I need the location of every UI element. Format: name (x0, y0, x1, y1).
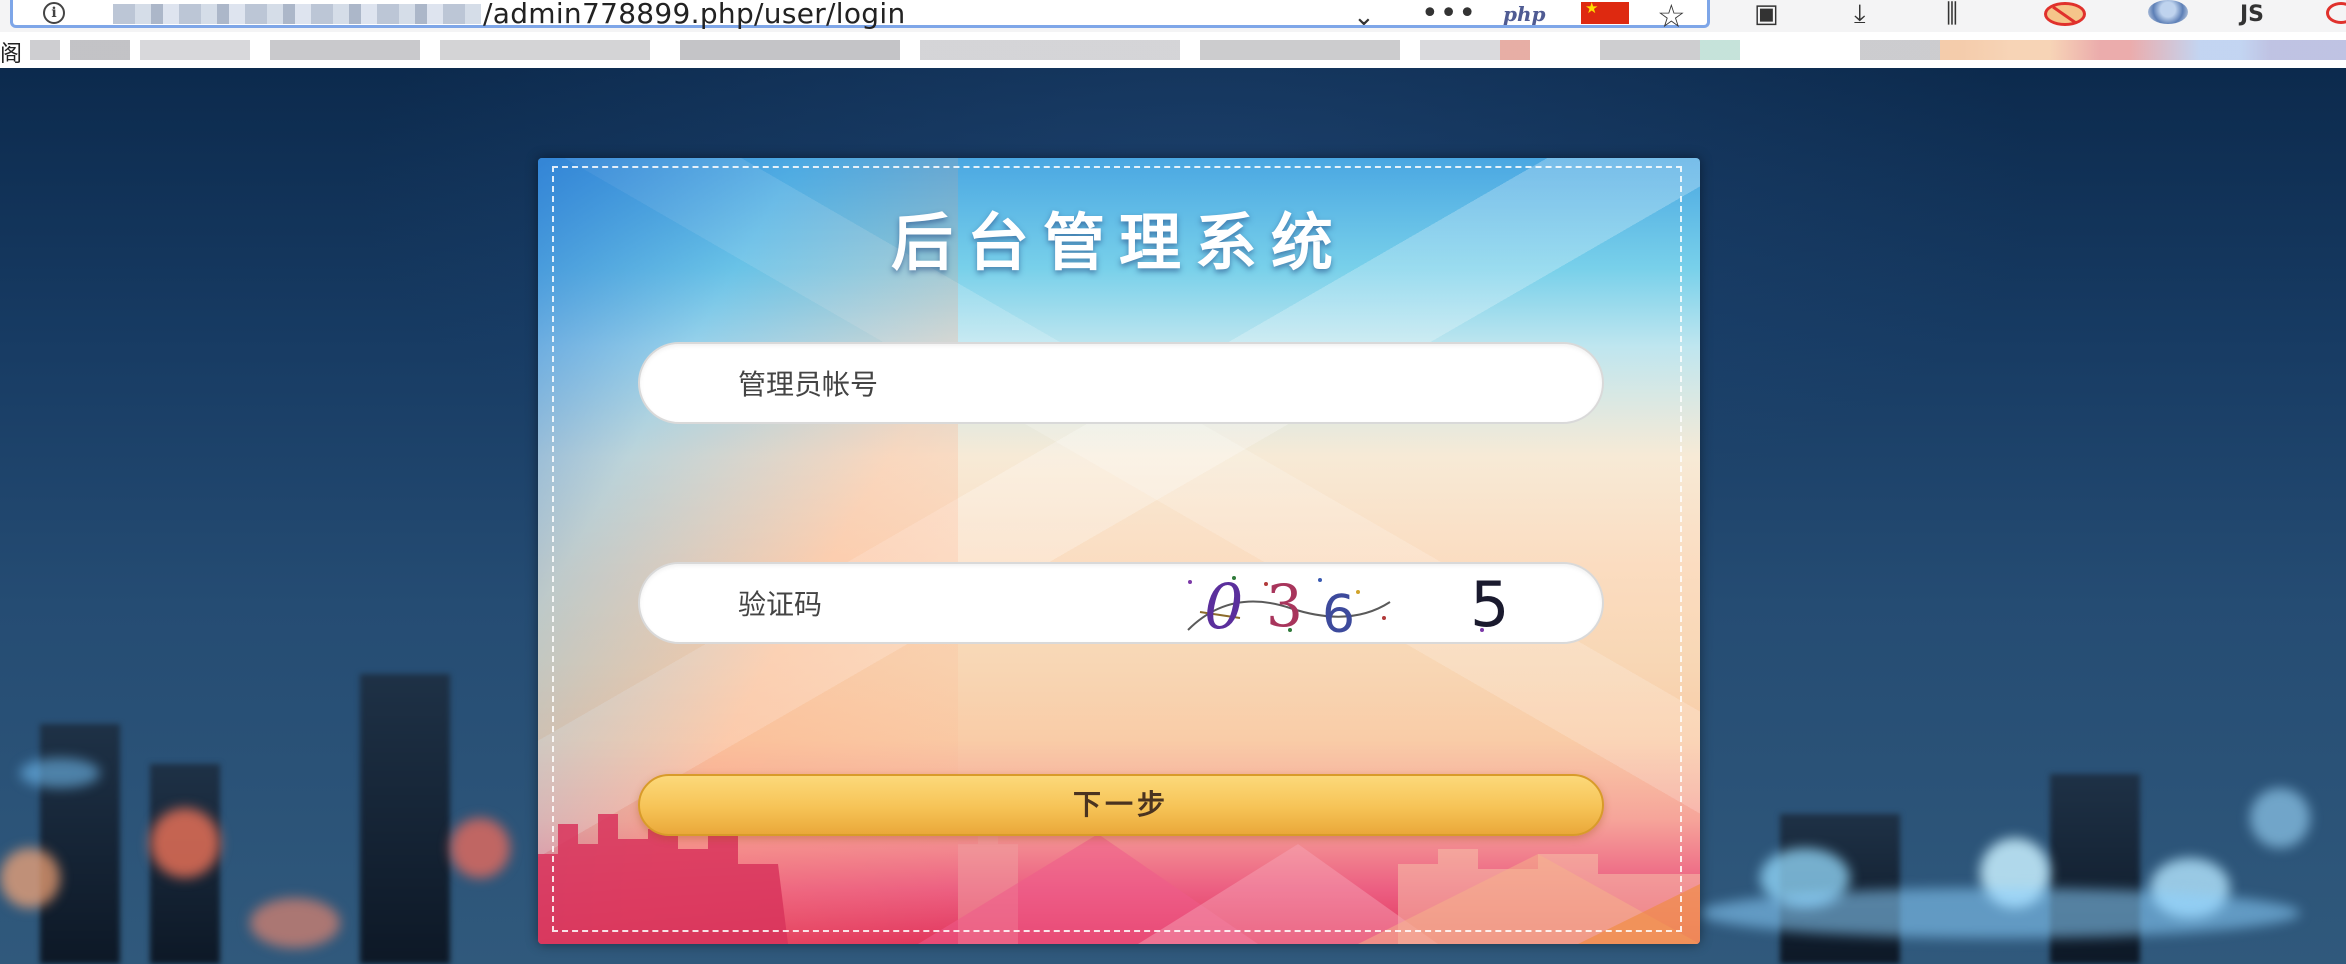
js-toggle-icon[interactable]: JS (2240, 2, 2264, 27)
bookmarks-bar: 阁 (0, 32, 2346, 68)
blocked-extension-icon[interactable] (2044, 2, 2086, 26)
captcha-image[interactable]: 0 3 6 5 (1170, 568, 1580, 640)
extension-globe-icon[interactable] (2148, 0, 2188, 24)
bokeh-light (20, 758, 100, 788)
info-icon[interactable]: i (43, 2, 65, 24)
library-icon[interactable]: ⫼ (1946, 0, 1958, 28)
bokeh-light (2250, 788, 2310, 848)
more-dots-icon[interactable]: ••• (1421, 0, 1477, 31)
next-step-button[interactable]: 下一步 (638, 774, 1604, 836)
captcha-input[interactable] (736, 564, 1160, 644)
url-path[interactable]: /admin778899.php/user/login (483, 0, 906, 28)
download-icon[interactable]: ⤓ (1854, 0, 1866, 28)
bokeh-light (250, 898, 340, 948)
bookmarks-redacted (0, 40, 2346, 60)
page-title: 后台管理系统 (890, 206, 1347, 279)
bokeh-light (1700, 888, 2300, 938)
captcha-digit: 3 (1266, 572, 1303, 640)
bookmark-star-icon[interactable]: ☆ (1657, 0, 1686, 35)
url-host-redacted (113, 4, 481, 24)
bokeh-light (0, 848, 60, 908)
china-flag-icon[interactable] (1581, 0, 1629, 24)
chevron-down-icon[interactable]: ⌄ (1353, 2, 1375, 32)
reader-icon[interactable]: ▣ (1754, 0, 1779, 28)
captcha-digit: 0 (1204, 570, 1243, 640)
login-panel: 后台管理系统 0 3 6 5 下一步 (538, 158, 1700, 944)
bokeh-light (450, 818, 510, 878)
captcha-field[interactable]: 0 3 6 5 (638, 562, 1604, 644)
php-extension-icon[interactable]: php (1503, 2, 1546, 26)
captcha-digit: 5 (1470, 568, 1509, 640)
captcha-digit: 6 (1322, 585, 1355, 640)
city-silhouette (360, 674, 450, 964)
bokeh-light (150, 808, 220, 878)
account-input[interactable] (736, 344, 1240, 424)
account-field[interactable] (638, 342, 1604, 424)
address-bar[interactable]: i /admin778899.php/user/login ⌄ ••• php … (10, 0, 1710, 35)
extension-edge-icon[interactable] (2326, 2, 2346, 24)
browser-toolbar: i /admin778899.php/user/login ⌄ ••• php … (0, 0, 2346, 35)
